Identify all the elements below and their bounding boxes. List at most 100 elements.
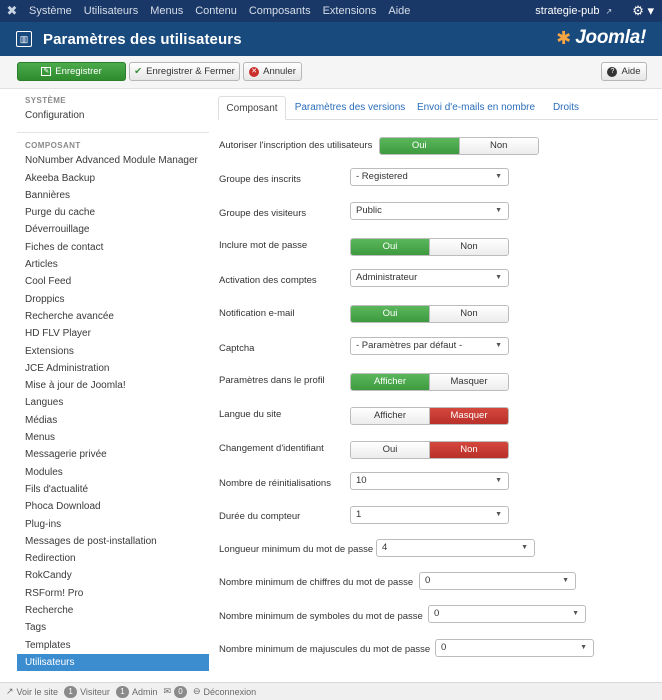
new-user-group-select[interactable]: - Registered ▼	[350, 168, 509, 186]
sidebar-item-messages-de-post-installation[interactable]: Messages de post-installation	[17, 533, 209, 550]
min-length-select[interactable]: 4 ▼	[376, 539, 535, 557]
sidebar-item-mise-jour-de-joomla[interactable]: Mise à jour de Joomla!	[17, 377, 209, 394]
sidebar-item-purge-du-cache[interactable]: Purge du cache	[17, 204, 209, 221]
new-user-group-label: Groupe des inscrits	[219, 174, 301, 185]
sidebar-item-hd-flv-player[interactable]: HD FLV Player	[17, 325, 209, 342]
sidebar-item-articles[interactable]: Articles	[17, 256, 209, 273]
chevron-down-icon: ▼	[495, 207, 502, 214]
mail-notification-no[interactable]: Non	[429, 306, 508, 322]
page-header: ▥ Paramètres des utilisateurs ✱ Joomla!	[0, 22, 662, 56]
sidebar-item-langues[interactable]: Langues	[17, 394, 209, 411]
sidebar-item-menus[interactable]: Menus	[17, 429, 209, 446]
view-site-link[interactable]: ↗ Voir le site	[6, 686, 58, 697]
menu-item-menus[interactable]: Menus	[150, 5, 183, 17]
min-uppercase-value: 0	[441, 642, 447, 653]
chevron-down-icon: ▼	[562, 577, 569, 584]
reset-time-select[interactable]: 1 ▼	[350, 506, 509, 524]
sidebar-item-cool-feed[interactable]: Cool Feed	[17, 273, 209, 290]
help-icon: ?	[607, 66, 618, 77]
view-site-label: Voir le site	[16, 686, 59, 697]
site-language-show[interactable]: Afficher	[351, 408, 429, 424]
allow-registration-yes[interactable]: Oui	[380, 138, 459, 154]
menu-item-aide[interactable]: Aide	[388, 5, 410, 17]
sidebar-item-tags[interactable]: Tags	[17, 619, 209, 636]
external-link-icon: ↗	[605, 6, 613, 16]
guest-group-select[interactable]: Public ▼	[350, 202, 509, 220]
reset-time-value: 1	[356, 509, 362, 520]
minus-circle-icon: ⊖	[193, 686, 201, 696]
change-login-yes[interactable]: Oui	[351, 442, 429, 458]
help-button[interactable]: ? Aide	[601, 62, 647, 81]
captcha-select[interactable]: - Paramètres par défaut - ▼	[350, 337, 509, 355]
site-language-hide[interactable]: Masquer	[429, 408, 508, 424]
sidebar-item-banni-res[interactable]: Bannières	[17, 187, 209, 204]
send-password-no[interactable]: Non	[429, 239, 508, 255]
sidebar-item-droppics[interactable]: Droppics	[17, 291, 209, 308]
sidebar-item-rokcandy[interactable]: RokCandy	[17, 567, 209, 584]
tab-versions[interactable]: Paramètres des versions	[291, 96, 409, 120]
menu-item-composants[interactable]: Composants	[249, 5, 311, 17]
save-button[interactable]: ✎ Enregistrer	[17, 62, 126, 81]
min-integers-select[interactable]: 0 ▼	[419, 572, 576, 590]
joomla-icon[interactable]: ✖	[5, 4, 19, 18]
menu-item-systeme[interactable]: Système	[29, 5, 72, 17]
site-name-link[interactable]: strategie-pub	[535, 5, 599, 17]
sidebar-item-nonumber-advanced-module-manager[interactable]: NoNumber Advanced Module Manager	[17, 152, 209, 169]
tab-composant[interactable]: Composant	[218, 96, 286, 120]
menu-item-extensions[interactable]: Extensions	[323, 5, 377, 17]
cancel-button[interactable]: ✕ Annuler	[243, 62, 302, 81]
sidebar-item-recherche-avanc-e[interactable]: Recherche avancée	[17, 308, 209, 325]
messages-badge: 0	[174, 685, 187, 698]
mail-notification-yes[interactable]: Oui	[351, 306, 429, 322]
sidebar-item-plug-ins[interactable]: Plug-ins	[17, 516, 209, 533]
sidebar-item-recherche[interactable]: Recherche	[17, 602, 209, 619]
min-symbols-label: Nombre minimum de symboles du mot de pas…	[219, 611, 423, 622]
change-login-no[interactable]: Non	[429, 442, 508, 458]
sidebar-item-phoca-download[interactable]: Phoca Download	[17, 498, 209, 515]
min-symbols-select[interactable]: 0 ▼	[428, 605, 586, 623]
sidebar-item-d-verrouillage[interactable]: Déverrouillage	[17, 221, 209, 238]
tab-droits[interactable]: Droits	[544, 96, 588, 120]
chevron-down-icon: ▼	[495, 274, 502, 281]
sidebar-item-redirection[interactable]: Redirection	[17, 550, 209, 567]
messages-status[interactable]: ✉ 0	[163, 685, 187, 698]
frontend-params-show[interactable]: Afficher	[351, 374, 429, 390]
frontend-params-label: Paramètres dans le profil	[219, 375, 325, 386]
send-password-label: Inclure mot de passe	[219, 240, 308, 251]
sidebar-item-modules[interactable]: Modules	[17, 464, 209, 481]
save-close-label: Enregistrer & Fermer	[146, 66, 235, 77]
sidebar-item-messagerie-priv-e[interactable]: Messagerie privée	[17, 446, 209, 463]
sidebar-item-extensions[interactable]: Extensions	[17, 343, 209, 360]
tab-email[interactable]: Envoi d'e-mails en nombre	[414, 96, 538, 120]
chevron-down-icon: ▼	[495, 342, 502, 349]
gear-icon[interactable]: ⚙ ▾	[632, 3, 654, 19]
envelope-icon: ✉	[163, 686, 171, 696]
sidebar-item-akeeba-backup[interactable]: Akeeba Backup	[17, 170, 209, 187]
admin-status: 1 Admin	[115, 685, 157, 698]
sidebar-item-configuration[interactable]: Configuration	[17, 107, 209, 124]
save-close-button[interactable]: ✔ Enregistrer & Fermer	[129, 62, 240, 81]
menu-item-utilisateurs[interactable]: Utilisateurs	[84, 5, 138, 17]
sidebar-item-utilisateurs[interactable]: Utilisateurs	[17, 653, 209, 672]
site-language-toggle: Afficher Masquer	[350, 407, 509, 425]
reset-count-select[interactable]: 10 ▼	[350, 472, 509, 490]
help-label: Aide	[621, 66, 641, 77]
sidebar-item-jce-administration[interactable]: JCE Administration	[17, 360, 209, 377]
frontend-params-hide[interactable]: Masquer	[429, 374, 508, 390]
sidebar-item-rsform-pro[interactable]: RSForm! Pro	[17, 585, 209, 602]
logout-link[interactable]: ⊖ Déconnexion	[193, 686, 256, 697]
menu-item-contenu[interactable]: Contenu	[195, 5, 237, 17]
allow-registration-toggle: Oui Non	[379, 137, 539, 155]
send-password-yes[interactable]: Oui	[351, 239, 429, 255]
sidebar-item-m-dias[interactable]: Médias	[17, 412, 209, 429]
sidebar: SYSTÈME Configuration COMPOSANT NoNumber…	[17, 94, 209, 672]
visitors-badge: 1	[64, 685, 78, 698]
sidebar-item-fiches-de-contact[interactable]: Fiches de contact	[17, 239, 209, 256]
min-uppercase-select[interactable]: 0 ▼	[435, 639, 594, 657]
activation-select[interactable]: Administrateur ▼	[350, 269, 509, 287]
allow-registration-no[interactable]: Non	[458, 138, 538, 154]
sidebar-item-templates[interactable]: Templates	[17, 637, 209, 654]
sidebar-item-fils-d-actualit[interactable]: Fils d'actualité	[17, 481, 209, 498]
external-link-icon: ↗	[6, 686, 14, 696]
chevron-down-icon: ▼	[495, 173, 502, 180]
